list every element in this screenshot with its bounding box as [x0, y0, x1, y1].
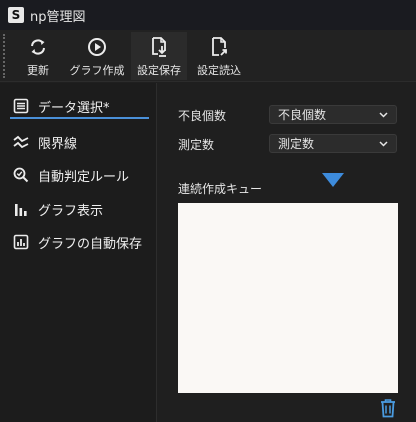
limit-lines-icon [12, 133, 30, 151]
sidebar-item-label: 限界線 [38, 136, 78, 152]
chart-save-icon [12, 233, 30, 251]
defect-count-label: 不良個数 [178, 109, 227, 123]
sidebar-item-label: グラフの自動保存 [38, 236, 143, 252]
chevron-down-icon [379, 112, 388, 118]
trash-icon[interactable] [379, 398, 397, 418]
load-settings-button-label: 設定読込 [197, 64, 241, 77]
search-check-icon [12, 166, 30, 184]
measurement-count-select-value: 測定数 [278, 137, 315, 151]
file-download-icon [148, 36, 170, 58]
defect-count-select-value: 不良個数 [278, 108, 327, 122]
measurement-count-select[interactable]: 測定数 [269, 134, 397, 153]
sidebar-item-label: 自動判定ルール [38, 169, 130, 185]
create-graph-button-label: グラフ作成 [69, 64, 125, 77]
play-circle-icon [86, 36, 108, 58]
chevron-down-icon [379, 141, 388, 147]
queue-list[interactable] [178, 203, 398, 393]
sidebar: データ選択* 限界線 自動判定ルール グラフ表示 グラフの自動保存 [0, 83, 157, 422]
queue-label: 連続作成キュー [178, 182, 263, 196]
refresh-button[interactable]: 更新 [12, 32, 64, 80]
sidebar-item-auto-save[interactable]: グラフの自動保存 [0, 227, 157, 257]
toolbar-grip[interactable] [3, 34, 5, 78]
sidebar-item-auto-rules[interactable]: 自動判定ルール [0, 160, 157, 190]
selected-indicator [10, 117, 149, 119]
data-selection-panel: 不良個数 不良個数 測定数 測定数 連続作成キュー [158, 83, 416, 422]
sidebar-item-limit-lines[interactable]: 限界線 [0, 127, 157, 157]
list-icon [12, 97, 30, 115]
bar-chart-icon [12, 200, 30, 218]
toolbar: 更新 グラフ作成 設定保存 設定読込 [0, 30, 416, 82]
defect-count-select[interactable]: 不良個数 [269, 105, 397, 124]
refresh-icon [27, 36, 49, 58]
save-settings-button-label: 設定保存 [137, 64, 181, 77]
create-graph-button[interactable]: グラフ作成 [68, 32, 126, 80]
app-logo-icon: S [8, 7, 24, 23]
save-settings-button[interactable]: 設定保存 [131, 32, 187, 80]
load-settings-button[interactable]: 設定読込 [191, 32, 247, 80]
refresh-button-label: 更新 [27, 64, 49, 77]
title-bar: S np管理図 [0, 0, 416, 30]
sidebar-item-label: グラフ表示 [38, 203, 104, 219]
add-to-queue-arrow-icon[interactable] [321, 172, 345, 188]
sidebar-item-label: データ選択* [38, 100, 110, 116]
sidebar-item-graph-display[interactable]: グラフ表示 [0, 194, 157, 224]
window-title: np管理図 [30, 9, 86, 25]
measurement-count-label: 測定数 [178, 138, 215, 152]
file-open-icon [208, 36, 230, 58]
